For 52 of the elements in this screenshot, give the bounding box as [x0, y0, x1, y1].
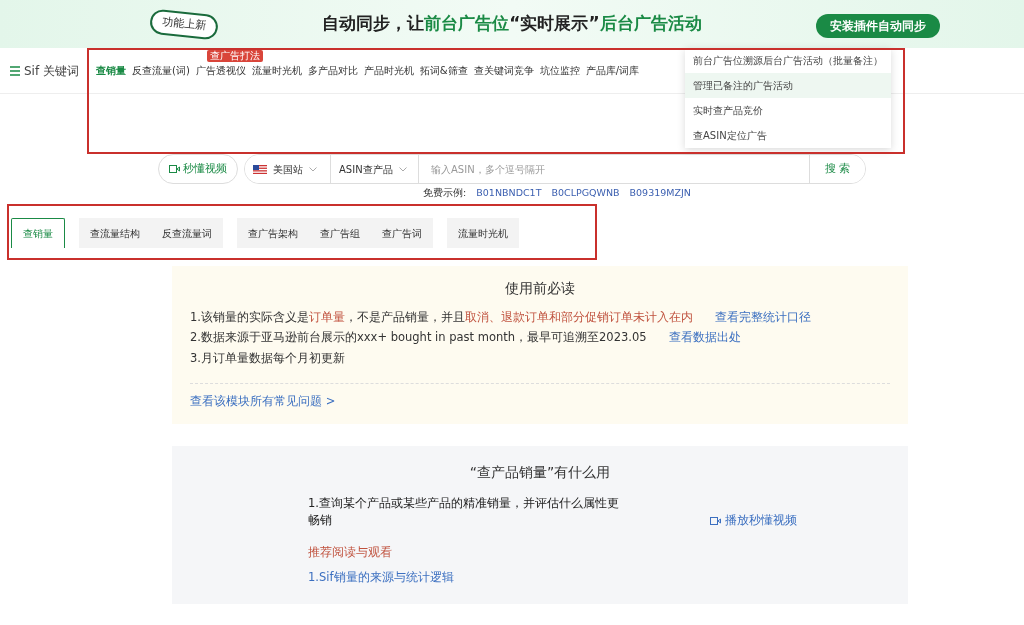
nav-link[interactable]: 坑位监控 — [536, 63, 583, 78]
notice-link[interactable]: 查看数据出处 — [668, 329, 741, 347]
tab[interactable]: 查销量 — [11, 218, 65, 249]
nav-link[interactable]: 反查流量(词) — [129, 63, 193, 78]
nav-link[interactable]: 广告透视仪 — [192, 63, 249, 78]
chevron-icon — [309, 166, 317, 172]
nav-link[interactable]: 查关键词竞争 — [470, 63, 537, 78]
menu-icon[interactable] — [10, 65, 20, 76]
notice-title: 使用前必读 — [504, 280, 576, 298]
video-icon — [169, 165, 180, 173]
menu-item[interactable]: 管理已备注的广告活动 — [685, 73, 891, 98]
notice-text: 1.该销量的实际含义是订单量，不是产品销量，并且取消、退款订单和部分促销订单未计入在内 — [190, 309, 693, 327]
brand-menu[interactable]: Sif 关键词 — [10, 61, 79, 80]
tab[interactable]: 查流量结构 — [79, 218, 151, 249]
usage-description: 1.查询某个产品或某些产品的精准销量，并评估什么属性更畅销 — [308, 495, 620, 530]
banner-headline: 自动同步，让前台广告位“实时展示”后台广告活动 — [322, 12, 702, 36]
promo-tag: 查广告打法 — [206, 50, 263, 62]
notice-link[interactable]: 查看完整统计口径 — [715, 309, 811, 327]
usage-title: “查产品销量”有什么用 — [468, 464, 612, 482]
install-plugin-button[interactable]: 安装插件自动同步 — [816, 14, 940, 38]
notice-text: 2.数据来源于亚马逊前台展示的xxx+ bought in past month，最早可追溯至2023.05 — [190, 329, 647, 347]
tab[interactable]: 查广告组 — [309, 218, 371, 249]
video-button[interactable]: 秒懂视频 — [158, 154, 238, 184]
search-button[interactable]: 搜 索 — [809, 155, 865, 183]
tab[interactable]: 查广告词 — [371, 218, 433, 249]
tab[interactable]: 反查流量词 — [151, 218, 223, 249]
article-link[interactable]: 1.Sif销量的来源与统计逻辑 — [308, 568, 454, 587]
video-icon — [710, 516, 721, 525]
tab[interactable]: 流量时光机 — [447, 218, 519, 249]
example-asin-link[interactable]: B0CLPGQWNB — [551, 186, 620, 201]
new-feature-tag: 功能上新 — [148, 8, 220, 40]
notice-text: 3.月订单量数据每个月初更新 — [190, 349, 345, 367]
nav-link[interactable]: 多产品对比 — [304, 63, 361, 78]
menu-item[interactable]: 查ASIN定位广告 — [685, 123, 891, 148]
examples-label: 免费示例: — [423, 186, 467, 200]
menu-item[interactable]: 前台广告位溯源后台广告活动（批量备注） — [685, 48, 891, 73]
nav-link[interactable]: 产品库/词库 — [582, 63, 642, 78]
example-asin-link[interactable]: B01NBNDC1T — [476, 186, 542, 201]
menu-item[interactable]: 实时查产品竞价 — [685, 98, 891, 123]
tab[interactable]: 查广告架构 — [237, 218, 309, 249]
site-select[interactable]: 美国站 — [245, 155, 331, 183]
search-bar[interactable]: 美国站 ASIN查产品 输入ASIN，多个逗号隔开 搜 索 — [244, 154, 866, 184]
chevron-icon — [398, 166, 407, 172]
example-asin-link[interactable]: B09319MZJN — [629, 186, 691, 201]
nav-link[interactable]: 拓词&筛查 — [416, 63, 471, 78]
play-video-link[interactable]: 播放秒懂视频 — [710, 511, 797, 530]
faq-link[interactable]: 查看该模块所有常见问题 > — [190, 392, 336, 411]
nav-link[interactable]: 产品时光机 — [360, 63, 417, 78]
flag-icon — [253, 164, 267, 174]
nav-link[interactable]: 流量时光机 — [248, 63, 305, 78]
recommend-heading: 推荐阅读与观看 — [308, 543, 393, 561]
nav-link[interactable]: 查销量 — [93, 63, 129, 78]
